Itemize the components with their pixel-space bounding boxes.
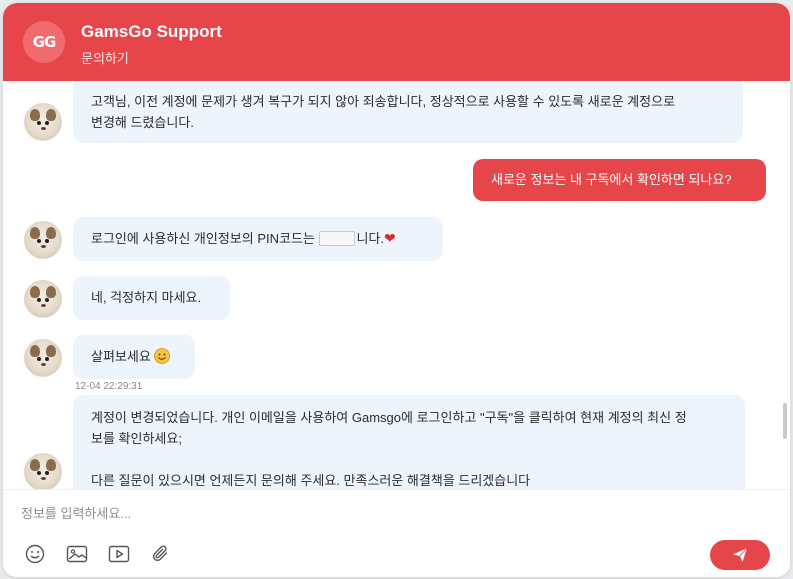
message-line: 다른 질문이 있으시면 언제든지 문의해 주세요. 만족스러운 해결책을 드리겠… bbox=[91, 473, 531, 488]
agent-message: 네, 걱정하지 마세요. bbox=[73, 276, 230, 320]
message-text-after: 니다. bbox=[356, 231, 385, 246]
message-line: 계정이 변경되었습니다. 개인 이메일을 사용하여 Gamsgo에 로그인하고 … bbox=[91, 410, 687, 425]
send-icon bbox=[732, 547, 748, 563]
smile-emoji-icon bbox=[154, 348, 171, 364]
chat-subtitle: 문의하기 bbox=[81, 51, 129, 66]
message-line: 보를 확인하세요; bbox=[91, 431, 182, 446]
message-timestamp: 12-04 22:29:31 bbox=[75, 381, 143, 392]
gamsgo-logo: GG bbox=[23, 21, 65, 63]
agent-message: 로그인에 사용하신 개인정보의 PIN코드는 니다.❤ bbox=[73, 217, 443, 261]
image-icon[interactable] bbox=[65, 542, 89, 566]
scrollbar[interactable] bbox=[783, 403, 787, 439]
agent-avatar bbox=[24, 453, 62, 489]
message-input[interactable] bbox=[21, 502, 721, 524]
message-line: 변경해 드렸습니다. bbox=[91, 115, 194, 130]
agent-message: 고객님, 이전 계정에 문제가 생겨 복구가 되지 않아 죄송합니다, 정상적으… bbox=[73, 81, 743, 143]
message-text: 새로운 정보는 내 구독에서 확인하면 되나요? bbox=[491, 172, 732, 187]
chat-title: GamsGo Support bbox=[81, 22, 222, 41]
agent-avatar bbox=[24, 339, 62, 377]
user-message: 새로운 정보는 내 구독에서 확인하면 되나요? bbox=[473, 159, 766, 201]
agent-avatar bbox=[24, 103, 62, 141]
message-text: 네, 걱정하지 마세요. bbox=[91, 290, 202, 305]
agent-avatar bbox=[24, 221, 62, 259]
attachment-icon[interactable] bbox=[149, 542, 173, 566]
redacted-pin bbox=[319, 231, 356, 246]
emoji-icon[interactable] bbox=[23, 542, 47, 566]
message-line bbox=[91, 449, 727, 470]
agent-avatar bbox=[24, 280, 62, 318]
message-text: 살펴보세요 bbox=[91, 349, 151, 364]
agent-message: 계정이 변경되었습니다. 개인 이메일을 사용하여 Gamsgo에 로그인하고 … bbox=[73, 395, 745, 489]
video-icon[interactable] bbox=[107, 542, 131, 566]
chat-window: GG GamsGo Support 문의하기 고객님, 이전 계정에 문제가 생… bbox=[3, 3, 790, 577]
heart-icon: ❤ bbox=[384, 230, 396, 246]
chat-header: GG GamsGo Support 문의하기 bbox=[3, 3, 790, 81]
message-text: 로그인에 사용하신 개인정보의 PIN코드는 bbox=[91, 231, 319, 246]
message-line: 고객님, 이전 계정에 문제가 생겨 복구가 되지 않아 죄송합니다, 정상적으… bbox=[91, 94, 676, 109]
agent-message: 살펴보세요 bbox=[73, 335, 195, 379]
message-list[interactable]: 고객님, 이전 계정에 문제가 생겨 복구가 되지 않아 죄송합니다, 정상적으… bbox=[3, 81, 790, 489]
send-button[interactable] bbox=[710, 540, 770, 570]
composer bbox=[3, 489, 790, 577]
